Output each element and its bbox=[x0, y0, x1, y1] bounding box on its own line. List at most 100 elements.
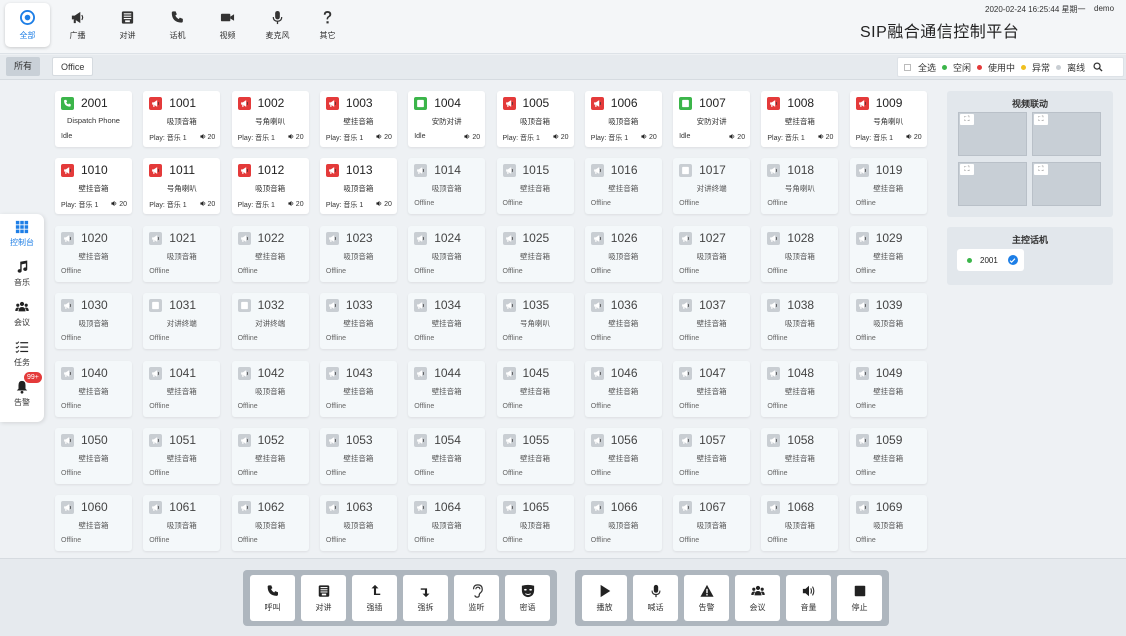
device-card[interactable]: 1057 壁挂音箱 Offline bbox=[673, 428, 751, 484]
video-cell[interactable]: ⛶ bbox=[1032, 162, 1101, 206]
action-ear-button[interactable]: 监听 bbox=[454, 575, 499, 621]
tab-all[interactable]: 所有 bbox=[6, 57, 41, 76]
device-card[interactable]: 1015 壁挂音箱 Offline bbox=[496, 158, 574, 215]
legend-item[interactable]: 空闲 bbox=[942, 61, 971, 74]
device-card[interactable]: 1022 壁挂音箱 Offline bbox=[231, 225, 309, 282]
device-card[interactable]: 1040 壁挂音箱 Offline bbox=[55, 360, 132, 417]
device-card[interactable]: 1001 吸顶音箱 Play: 音乐 1 20 bbox=[143, 91, 221, 147]
device-card[interactable]: 1006 吸顶音箱 Play: 音乐 1 20 bbox=[584, 91, 662, 147]
action-arrow-up-button[interactable]: 强插 bbox=[352, 575, 397, 621]
expand-icon[interactable]: ⛶ bbox=[960, 164, 974, 175]
sidebar-item-checklist[interactable]: 任务 bbox=[0, 334, 44, 374]
action-warning-button[interactable]: 告警 bbox=[684, 575, 729, 621]
device-card[interactable]: 1058 壁挂音箱 Offline bbox=[761, 428, 839, 484]
device-card[interactable]: 1044 壁挂音箱 Offline bbox=[408, 360, 486, 417]
user-name[interactable]: demo bbox=[1094, 4, 1114, 13]
device-card[interactable]: 1031 对讲终端 Offline bbox=[143, 293, 221, 350]
device-card[interactable]: 1066 吸顶音箱 Offline bbox=[584, 495, 662, 552]
device-card[interactable]: 1054 壁挂音箱 Offline bbox=[408, 428, 486, 484]
nav-question-button[interactable]: 其它 bbox=[305, 3, 350, 47]
device-card[interactable]: 1009 号角喇叭 Play: 音乐 1 20 bbox=[849, 91, 927, 147]
device-card[interactable]: 1003 壁挂音箱 Play: 音乐 1 20 bbox=[319, 91, 397, 147]
device-card[interactable]: 1067 吸顶音箱 Offline bbox=[673, 495, 751, 552]
select-all[interactable]: 全选 bbox=[904, 61, 936, 74]
device-card[interactable]: 1020 壁挂音箱 Offline bbox=[55, 225, 132, 282]
device-card[interactable]: 1016 壁挂音箱 Offline bbox=[584, 158, 662, 215]
expand-icon[interactable]: ⛶ bbox=[960, 114, 974, 125]
device-card[interactable]: 1063 吸顶音箱 Offline bbox=[319, 495, 397, 552]
device-card[interactable]: 2001 Dispatch Phone Idle bbox=[55, 91, 132, 147]
device-card[interactable]: 1024 吸顶音箱 Offline bbox=[408, 225, 486, 282]
expand-icon[interactable]: ⛶ bbox=[1034, 164, 1048, 175]
nav-video-camera-button[interactable]: 视频 bbox=[205, 3, 250, 47]
device-card[interactable]: 1013 吸顶音箱 Play: 音乐 1 20 bbox=[319, 158, 397, 215]
device-card[interactable]: 1034 壁挂音箱 Offline bbox=[408, 293, 486, 350]
device-card[interactable]: 1056 壁挂音箱 Offline bbox=[584, 428, 662, 484]
sidebar-item-music-note[interactable]: 音乐 bbox=[0, 254, 44, 294]
device-card[interactable]: 1045 壁挂音箱 Offline bbox=[496, 360, 574, 417]
device-card[interactable]: 1050 壁挂音箱 Offline bbox=[55, 428, 132, 484]
nav-microphone-button[interactable]: 麦克风 bbox=[255, 3, 300, 47]
device-card[interactable]: 1017 对讲终端 Offline bbox=[673, 158, 751, 215]
nav-intercom-button[interactable]: 对讲 bbox=[105, 3, 150, 47]
select-all-checkbox[interactable] bbox=[904, 63, 911, 71]
device-card[interactable]: 1048 壁挂音箱 Offline bbox=[761, 360, 839, 417]
device-card[interactable]: 1047 壁挂音箱 Offline bbox=[673, 360, 751, 417]
sidebar-item-grid[interactable]: 控制台 bbox=[0, 214, 44, 254]
device-card[interactable]: 1037 壁挂音箱 Offline bbox=[673, 293, 751, 350]
device-card[interactable]: 1005 吸顶音箱 Play: 音乐 1 20 bbox=[496, 91, 574, 147]
device-card[interactable]: 1055 壁挂音箱 Offline bbox=[496, 428, 574, 484]
device-card[interactable]: 1029 壁挂音箱 Offline bbox=[849, 225, 927, 282]
legend-item[interactable]: 异常 bbox=[1021, 61, 1050, 74]
device-card[interactable]: 1032 对讲终端 Offline bbox=[231, 293, 309, 350]
device-card[interactable]: 1019 壁挂音箱 Offline bbox=[849, 158, 927, 215]
device-card[interactable]: 1036 壁挂音箱 Offline bbox=[584, 293, 662, 350]
device-card[interactable]: 1041 壁挂音箱 Offline bbox=[143, 360, 221, 417]
device-card[interactable]: 1061 吸顶音箱 Offline bbox=[143, 495, 221, 552]
nav-phone-button[interactable]: 话机 bbox=[155, 3, 200, 47]
device-card[interactable]: 1007 安防对讲 Idle 20 bbox=[673, 91, 751, 147]
action-mask-button[interactable]: 密语 bbox=[505, 575, 550, 621]
device-card[interactable]: 1028 吸顶音箱 Offline bbox=[761, 225, 839, 282]
device-card[interactable]: 1065 吸顶音箱 Offline bbox=[496, 495, 574, 552]
device-card[interactable]: 1011 号角喇叭 Play: 音乐 1 20 bbox=[143, 158, 221, 215]
device-card[interactable]: 1002 号角喇叭 Play: 音乐 1 20 bbox=[231, 91, 309, 147]
device-card[interactable]: 1039 吸顶音箱 Offline bbox=[849, 293, 927, 350]
action-play-button[interactable]: 播放 bbox=[582, 575, 627, 621]
device-card[interactable]: 1052 壁挂音箱 Offline bbox=[231, 428, 309, 484]
device-card[interactable]: 1068 吸顶音箱 Offline bbox=[761, 495, 839, 552]
action-stop-button[interactable]: 停止 bbox=[837, 575, 882, 621]
action-phone-button[interactable]: 呼叫 bbox=[250, 575, 295, 621]
device-card[interactable]: 1008 壁挂音箱 Play: 音乐 1 20 bbox=[761, 91, 839, 147]
device-card[interactable]: 1030 吸顶音箱 Offline bbox=[55, 293, 132, 350]
action-volume-button[interactable]: 音量 bbox=[786, 575, 831, 621]
device-card[interactable]: 1026 吸顶音箱 Offline bbox=[584, 225, 662, 282]
nav-megaphone-button[interactable]: 广播 bbox=[55, 3, 100, 47]
master-phone-item[interactable]: 2001 bbox=[957, 249, 1024, 271]
device-card[interactable]: 1049 壁挂音箱 Offline bbox=[849, 360, 927, 417]
device-card[interactable]: 1062 吸顶音箱 Offline bbox=[231, 495, 309, 552]
action-microphone-button[interactable]: 喊话 bbox=[633, 575, 678, 621]
device-card[interactable]: 1064 吸顶音箱 Offline bbox=[408, 495, 486, 552]
device-card[interactable]: 1012 吸顶音箱 Play: 音乐 1 20 bbox=[231, 158, 309, 215]
device-card[interactable]: 1025 壁挂音箱 Offline bbox=[496, 225, 574, 282]
legend-item[interactable]: 使用中 bbox=[977, 61, 1015, 74]
device-card[interactable]: 1014 吸顶音箱 Offline bbox=[408, 158, 486, 215]
action-arrow-down-button[interactable]: 强拆 bbox=[403, 575, 448, 621]
sidebar-item-bell[interactable]: 告警 99+ bbox=[0, 372, 44, 414]
device-card[interactable]: 1027 吸顶音箱 Offline bbox=[673, 225, 751, 282]
video-cell[interactable]: ⛶ bbox=[958, 112, 1027, 156]
device-card[interactable]: 1060 壁挂音箱 Offline bbox=[55, 495, 132, 552]
device-card[interactable]: 1043 壁挂音箱 Offline bbox=[319, 360, 397, 417]
expand-icon[interactable]: ⛶ bbox=[1034, 114, 1048, 125]
device-card[interactable]: 1021 吸顶音箱 Offline bbox=[143, 225, 221, 282]
video-cell[interactable]: ⛶ bbox=[958, 162, 1027, 206]
device-card[interactable]: 1042 吸顶音箱 Offline bbox=[231, 360, 309, 417]
search-icon[interactable] bbox=[1093, 62, 1103, 72]
action-people-button[interactable]: 会议 bbox=[735, 575, 780, 621]
tab-office[interactable]: Office bbox=[52, 57, 94, 76]
video-cell[interactable]: ⛶ bbox=[1032, 112, 1101, 156]
action-intercom-button[interactable]: 对讲 bbox=[301, 575, 346, 621]
legend-item[interactable]: 离线 bbox=[1056, 61, 1085, 74]
device-card[interactable]: 1069 吸顶音箱 Offline bbox=[849, 495, 927, 552]
